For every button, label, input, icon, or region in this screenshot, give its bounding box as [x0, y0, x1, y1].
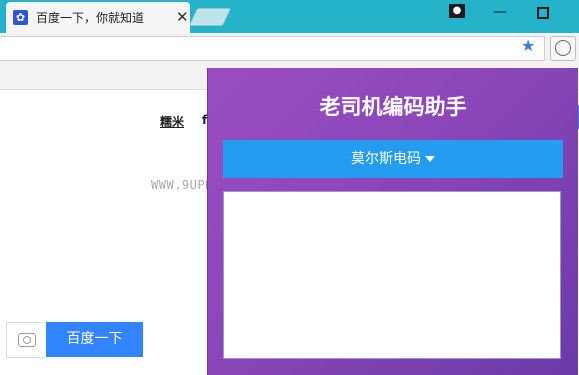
restore-button[interactable] — [537, 7, 549, 19]
address-bar: ★ — [0, 33, 579, 64]
popup-title: 老司机编码助手 — [319, 94, 467, 119]
nav-link-nuomi[interactable]: 糯米 — [160, 113, 184, 130]
user-icon[interactable]: ● — [449, 4, 465, 18]
code-textarea[interactable] — [223, 191, 561, 359]
chevron-down-icon — [425, 156, 435, 162]
tab-title: 百度一下，你就知道 — [36, 11, 145, 25]
minimize-button[interactable]: — — [493, 4, 507, 20]
paw-icon: ✿ — [13, 10, 28, 25]
extension-icon — [555, 40, 571, 56]
encoding-scheme-label: 莫尔斯电码 — [351, 151, 421, 167]
new-tab-button[interactable] — [188, 8, 232, 26]
extension-button[interactable] — [550, 36, 576, 61]
star-icon[interactable]: ★ — [521, 36, 535, 55]
encoding-scheme-select[interactable]: 莫尔斯电码 — [223, 140, 563, 178]
extension-popup: 老司机编码助手 莫尔斯电码 — [207, 68, 578, 375]
tab-baidu[interactable]: ✿ 百度一下，你就知道 ✕ — [6, 2, 190, 33]
close-icon[interactable]: ✕ — [176, 8, 189, 26]
search-button[interactable]: 百度一下 — [46, 322, 143, 357]
url-input[interactable] — [0, 36, 545, 61]
browser-titlebar: ✿ 百度一下，你就知道 ✕ ● — — [0, 0, 579, 33]
search-input[interactable] — [6, 322, 45, 358]
camera-icon[interactable] — [18, 333, 36, 347]
